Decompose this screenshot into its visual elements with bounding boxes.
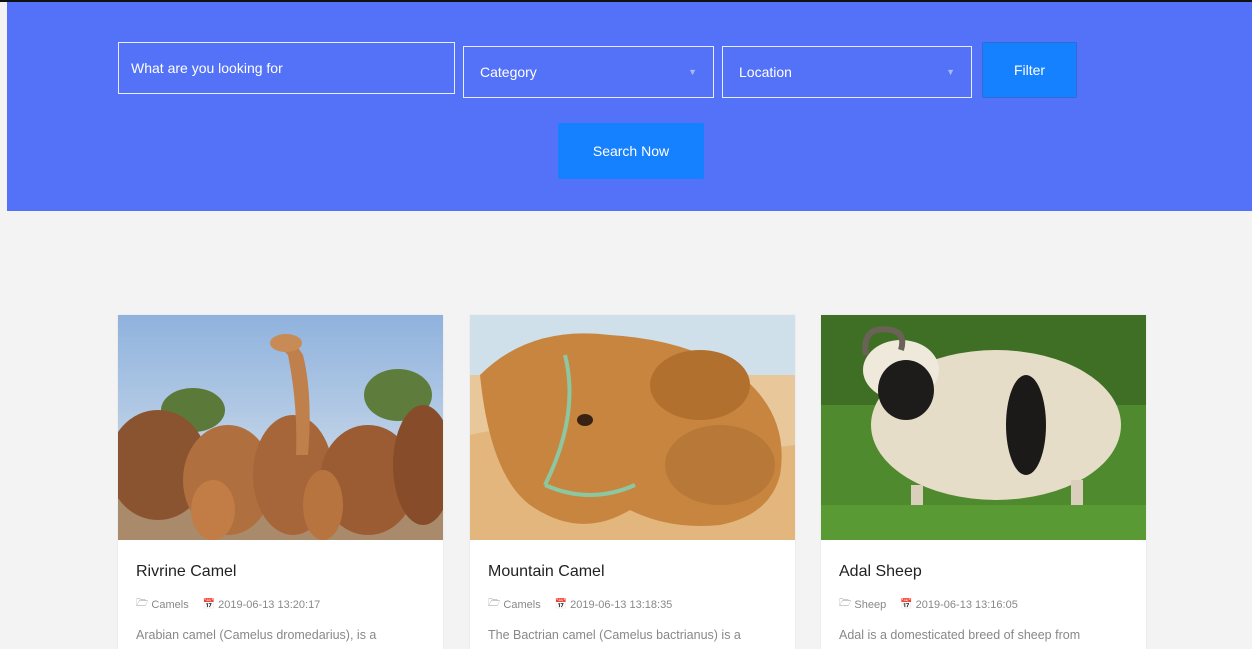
listing-date: 2019-06-13 13:20:17 [218, 598, 321, 611]
listing-excerpt: Arabian camel (Camelus dromedarius), is … [136, 628, 377, 642]
search-now-button[interactable]: Search Now [558, 123, 704, 179]
listing-card[interactable]: Mountain Camel 🗁 Camels 📅 2019-06-13 13:… [470, 315, 795, 649]
folder-open-icon: 🗁 [136, 598, 149, 609]
calendar-icon: 📅 [554, 599, 568, 610]
filter-button[interactable]: Filter [982, 42, 1077, 98]
listing-image-camel-closeup[interactable] [470, 315, 795, 540]
chevron-down-icon: ▼ [688, 67, 697, 77]
listing-meta: 🗁 Camels 📅 2019-06-13 13:20:17 [136, 596, 320, 613]
calendar-icon: 📅 [202, 599, 216, 610]
listing-excerpt: Adal is a domesticated breed of sheep fr… [839, 628, 1081, 642]
listing-title[interactable]: Adal Sheep [839, 563, 922, 581]
location-select-value: Location [739, 64, 792, 80]
listing-date: 2019-06-13 13:18:35 [570, 598, 673, 611]
listing-image-camels[interactable] [118, 315, 443, 540]
listing-date: 2019-06-13 13:16:05 [915, 598, 1018, 611]
calendar-icon: 📅 [900, 599, 913, 610]
listing-excerpt: The Bactrian camel (Camelus bactrianus) … [488, 628, 741, 642]
listing-category[interactable]: Camels [151, 599, 188, 611]
listing-category[interactable]: Camels [503, 599, 540, 611]
listing-title[interactable]: Mountain Camel [488, 563, 605, 581]
listing-card[interactable]: Rivrine Camel 🗁 Camels 📅 2019-06-13 13:2… [118, 315, 443, 649]
listing-image-sheep[interactable] [821, 315, 1146, 540]
folder-open-icon: 🗁 [488, 598, 501, 609]
search-input[interactable] [118, 42, 455, 94]
listing-card[interactable]: Adal Sheep 🗁 Sheep 📅 2019-06-13 13:16:05… [821, 315, 1146, 649]
search-banner [7, 2, 1252, 211]
location-select[interactable]: Location ▼ [722, 46, 972, 98]
category-select[interactable]: Category ▼ [463, 46, 714, 98]
folder-open-icon: 🗁 [839, 598, 852, 609]
listing-meta: 🗁 Camels 📅 2019-06-13 13:18:35 [488, 596, 672, 613]
category-select-value: Category [480, 64, 537, 80]
chevron-down-icon: ▼ [946, 67, 955, 77]
listing-title[interactable]: Rivrine Camel [136, 563, 236, 581]
listing-category[interactable]: Sheep [854, 599, 886, 611]
listing-meta: 🗁 Sheep 📅 2019-06-13 13:16:05 [839, 596, 1018, 613]
